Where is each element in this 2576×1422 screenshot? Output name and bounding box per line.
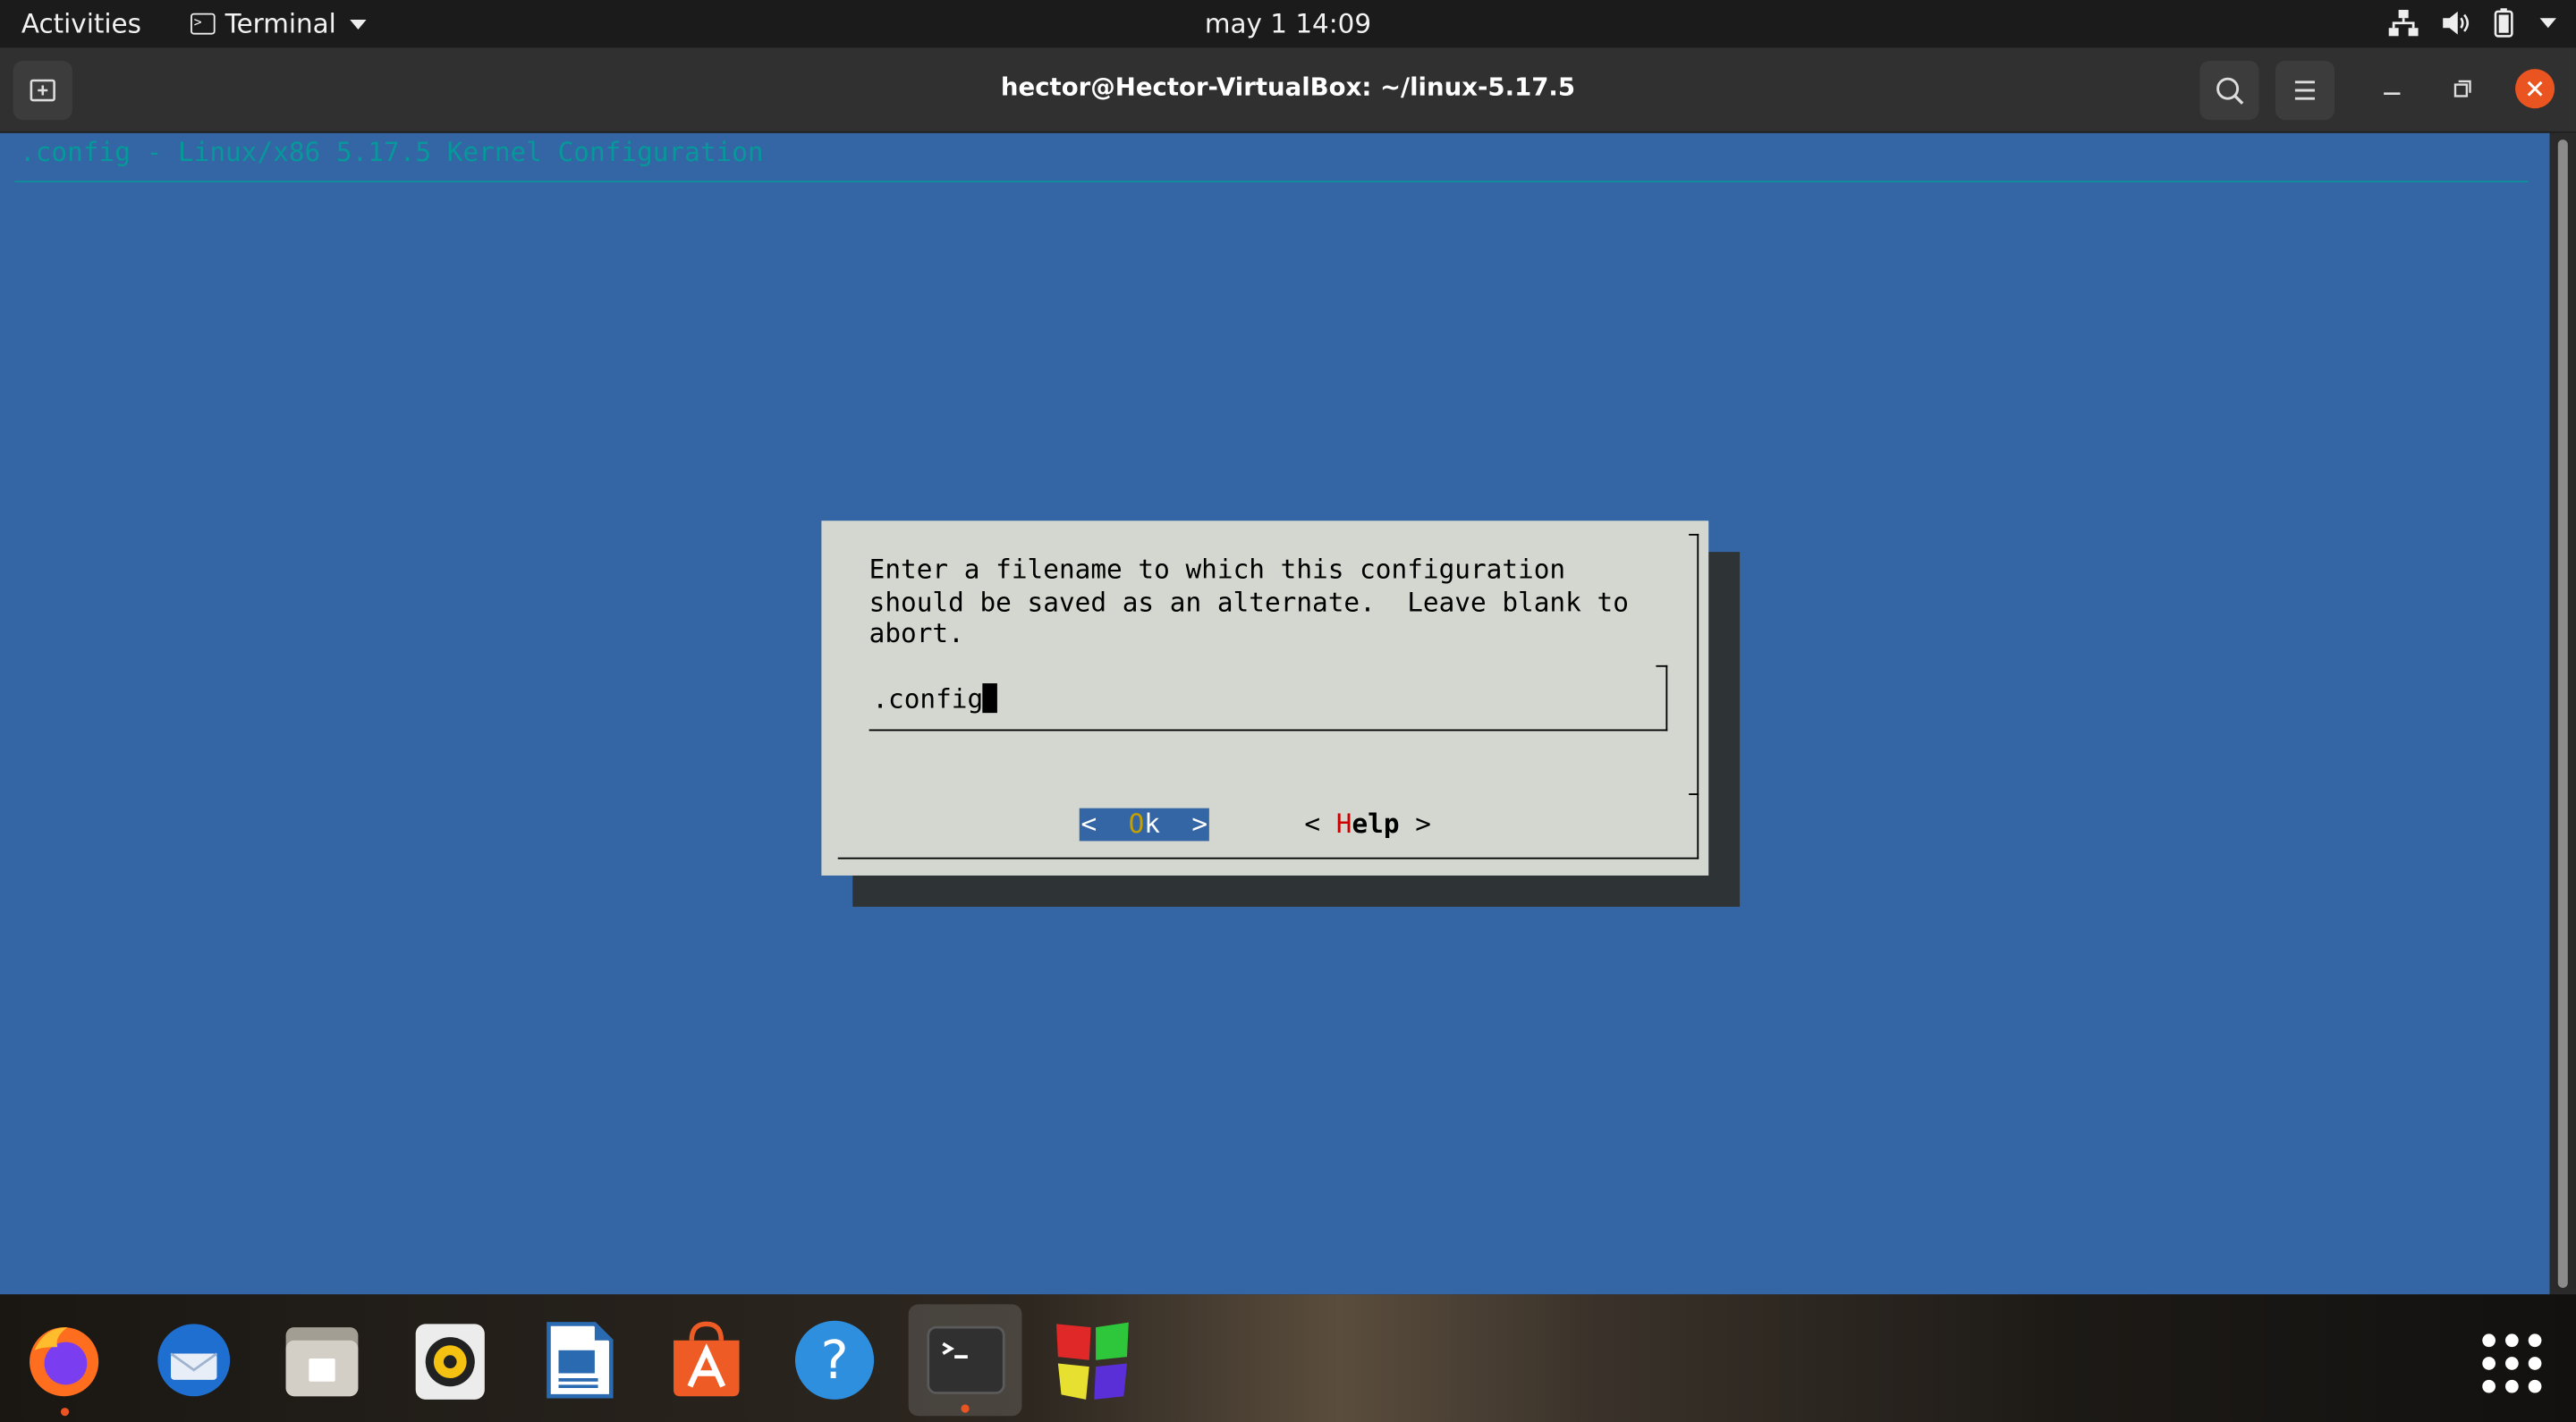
help-icon: ?: [794, 1320, 875, 1400]
input-border-bottom: [869, 729, 1668, 732]
running-indicator: [60, 1408, 69, 1417]
dock-files[interactable]: [276, 1314, 369, 1406]
svg-text:?: ?: [820, 1329, 848, 1391]
title-divider: [14, 181, 2529, 182]
terminal-headerbar: hector@Hector-VirtualBox: ~/linux-5.17.5: [0, 47, 2576, 133]
dock-app-center[interactable]: [660, 1314, 752, 1406]
dialog-border-right: [1697, 533, 1699, 859]
thunderbird-icon: [157, 1324, 231, 1397]
minimize-button[interactable]: [2370, 67, 2413, 110]
dock-writer[interactable]: [532, 1314, 624, 1406]
top-bar: Activities > Terminal may 1 14:09: [0, 0, 2576, 48]
help-button[interactable]: < Help >: [1304, 808, 1431, 842]
activities-button[interactable]: Activities: [21, 8, 141, 39]
close-button[interactable]: [2515, 69, 2555, 109]
dock-terminal[interactable]: [908, 1304, 1022, 1417]
network-icon: [2388, 10, 2419, 37]
dialog-border-tick-top: [1689, 533, 1699, 536]
dock-firefox[interactable]: [18, 1314, 110, 1417]
system-menu-caret-icon: [2539, 18, 2556, 29]
running-indicator: [961, 1404, 970, 1413]
ok-button[interactable]: < Ok >: [1079, 808, 1209, 842]
filename-input[interactable]: .config: [872, 683, 998, 715]
search-button[interactable]: [2199, 60, 2259, 121]
search-icon: [2216, 77, 2244, 105]
help-button-right-bracket: >: [1399, 808, 1431, 840]
menuconfig-title: .config - Linux/x86 5.17.5 Kernel Config…: [20, 136, 764, 168]
app-menu-label: Terminal: [225, 8, 336, 40]
terminal-area[interactable]: .config - Linux/x86 5.17.5 Kernel Config…: [0, 132, 2550, 1295]
rhythmbox-icon: [415, 1324, 485, 1400]
system-tray[interactable]: [2388, 8, 2556, 38]
dialog-prompt: Enter a filename to which this configura…: [869, 553, 1629, 649]
menu-button[interactable]: [2275, 60, 2334, 121]
ok-button-right-bracket: >: [1159, 808, 1208, 840]
scrollbar-thumb[interactable]: [2557, 140, 2568, 1288]
ok-button-label: k: [1144, 808, 1160, 840]
show-apps-icon[interactable]: [2482, 1333, 2542, 1393]
dock-rhythmbox[interactable]: [404, 1314, 496, 1406]
dock-virtualbox-guest[interactable]: [1046, 1314, 1139, 1406]
hamburger-menu-icon: [2294, 80, 2315, 100]
dock-thunderbird[interactable]: [148, 1314, 240, 1406]
input-border-right: [1665, 664, 1668, 732]
maximize-icon: [2453, 80, 2471, 97]
text-cursor: [983, 683, 998, 714]
clock[interactable]: may 1 14:09: [1205, 8, 1371, 39]
help-button-hotkey: H: [1335, 808, 1352, 840]
terminal-small-icon: >: [191, 13, 216, 35]
minimize-icon: [2384, 92, 2401, 95]
save-as-dialog: Enter a filename to which this configura…: [821, 521, 1709, 876]
window-title: hector@Hector-VirtualBox: ~/linux-5.17.5: [1000, 72, 1576, 102]
terminal-icon: [926, 1325, 1004, 1394]
help-button-left-bracket: <: [1304, 808, 1336, 840]
help-button-label: elp: [1352, 808, 1400, 840]
ok-button-hotkey: O: [1128, 808, 1145, 840]
terminal-scrollbar[interactable]: [2549, 132, 2576, 1295]
input-border-tick: [1656, 664, 1668, 667]
filename-input-value: .config: [872, 683, 984, 715]
firefox-icon: [30, 1327, 99, 1397]
volume-icon: [2443, 11, 2470, 35]
app-menu-terminal[interactable]: > Terminal: [191, 8, 366, 39]
virtualbox-guest-icon: [1056, 1322, 1129, 1400]
maximize-button[interactable]: [2441, 67, 2484, 110]
app-center-icon: [674, 1321, 740, 1397]
dock-help[interactable]: ?: [789, 1314, 881, 1406]
dialog-border-bottom: [837, 857, 1699, 859]
close-icon: [2527, 80, 2543, 97]
dock: ?: [0, 1294, 2576, 1422]
libreoffice-writer-icon: [547, 1322, 614, 1399]
files-icon: [285, 1327, 359, 1397]
battery-icon: [2494, 8, 2513, 38]
clock-container: may 1 14:09: [0, 8, 2576, 39]
dialog-border-tick-bottom: [1689, 793, 1699, 795]
ok-button-left-bracket: <: [1080, 808, 1129, 840]
chevron-down-icon: [349, 19, 366, 30]
